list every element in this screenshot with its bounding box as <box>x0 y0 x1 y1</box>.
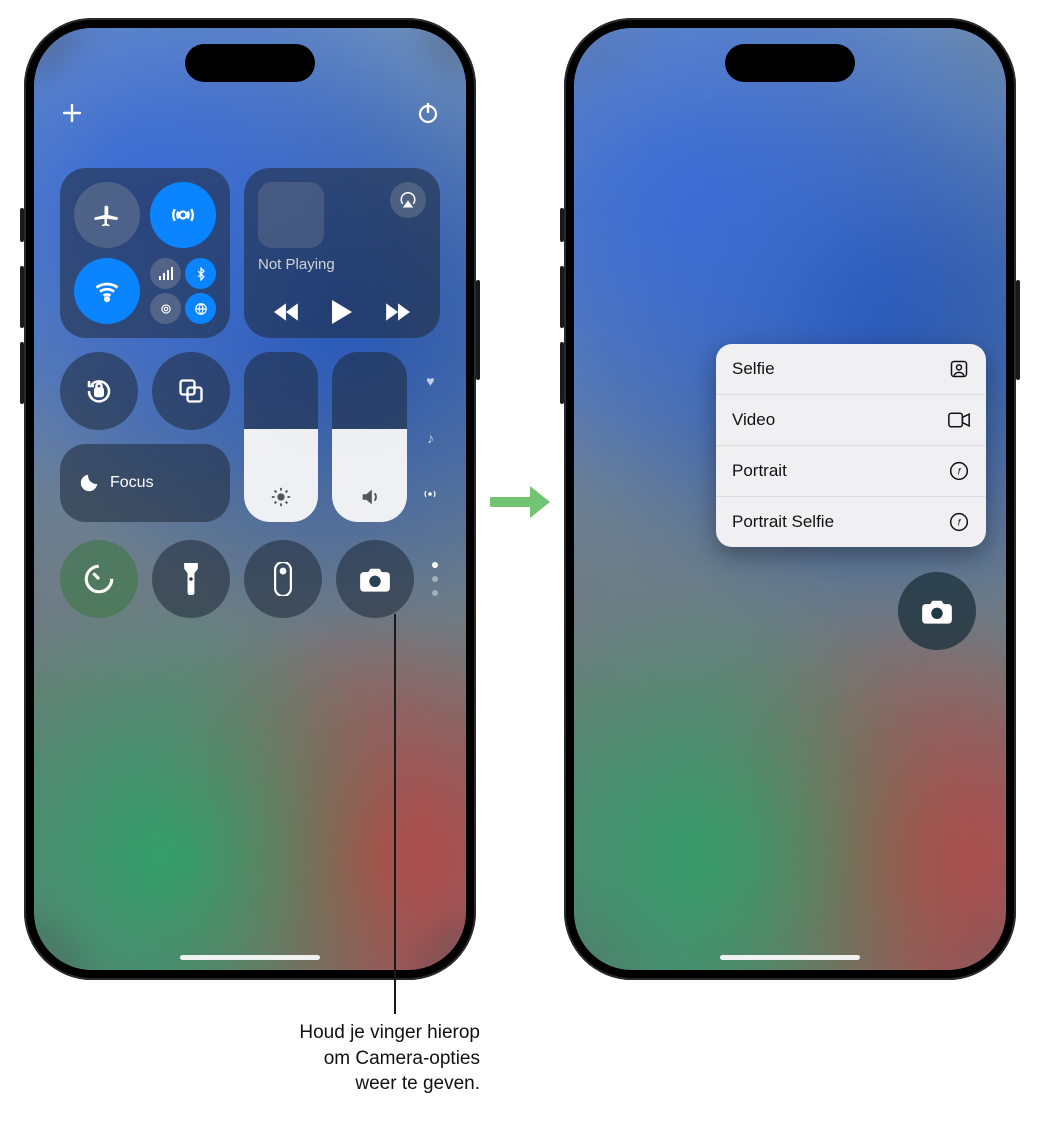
orientation-lock-button[interactable] <box>60 352 138 430</box>
camera-icon <box>921 598 953 624</box>
screen-left: Not Playing <box>34 28 466 970</box>
sun-icon <box>270 486 292 508</box>
menu-item-label: Portrait <box>732 461 787 481</box>
moon-icon <box>78 472 100 494</box>
camera-button[interactable] <box>336 540 414 618</box>
home-indicator[interactable] <box>720 955 860 960</box>
callout-line1: Houd je vinger hierop <box>299 1022 480 1043</box>
side-button <box>560 266 564 328</box>
person-square-icon <box>948 358 970 380</box>
menu-item-label: Video <box>732 410 775 430</box>
phone-frame-right: Selfie Video Portrait f Portrait Selfie <box>564 18 1016 980</box>
play-button[interactable] <box>331 300 353 324</box>
rewind-button[interactable] <box>274 302 300 322</box>
side-button <box>476 280 480 380</box>
callout-line2: om Camera-opties <box>324 1048 480 1069</box>
music-note-icon: ♪ <box>427 430 434 446</box>
flashlight-button[interactable] <box>152 540 230 618</box>
menu-item-portrait[interactable]: Portrait f <box>716 446 986 497</box>
callout-text: Houd je vinger hierop om Camera-opties w… <box>200 1020 480 1097</box>
timer-button[interactable] <box>60 540 138 618</box>
menu-item-label: Selfie <box>732 359 775 379</box>
home-indicator[interactable] <box>180 955 320 960</box>
connectivity-card[interactable] <box>60 168 230 338</box>
callout-leader-line <box>394 614 396 1014</box>
heart-icon: ♥ <box>426 373 434 389</box>
side-button <box>20 208 24 242</box>
add-control-icon[interactable] <box>60 101 84 125</box>
airplay-icon <box>399 191 417 209</box>
tv-remote-icon <box>274 562 292 596</box>
svg-text:f: f <box>958 466 962 476</box>
side-indicators: ♥ ♪ <box>421 352 440 522</box>
speaker-icon <box>359 486 381 508</box>
callout-line3: weer te geven. <box>355 1073 480 1094</box>
aperture-icon: f <box>948 460 970 482</box>
forward-button[interactable] <box>384 302 410 322</box>
album-art <box>258 182 324 248</box>
camera-quick-actions-menu: Selfie Video Portrait f Portrait Selfie <box>716 344 986 547</box>
camera-button[interactable] <box>898 572 976 650</box>
screen-mirroring-icon <box>177 377 205 405</box>
remote-button[interactable] <box>244 540 322 618</box>
airplay-button[interactable] <box>390 182 426 218</box>
screen-right: Selfie Video Portrait f Portrait Selfie <box>574 28 1006 970</box>
aperture-icon: f <box>948 511 970 533</box>
volume-slider[interactable] <box>332 352 406 522</box>
svg-text:f: f <box>958 517 962 527</box>
menu-item-portrait-selfie[interactable]: Portrait Selfie f <box>716 497 986 547</box>
orientation-lock-icon <box>84 376 114 406</box>
brightness-slider[interactable] <box>244 352 318 522</box>
airplane-icon <box>92 200 122 230</box>
power-icon[interactable] <box>416 101 440 125</box>
dynamic-island <box>725 44 855 82</box>
airdrop-toggle[interactable] <box>150 182 216 248</box>
side-button <box>20 266 24 328</box>
side-button <box>560 342 564 404</box>
phone-frame-left: Not Playing <box>24 18 476 980</box>
screen-mirroring-button[interactable] <box>152 352 230 430</box>
vpn-icon <box>185 293 216 324</box>
airplane-mode-toggle[interactable] <box>74 182 140 248</box>
bluetooth-icon <box>185 258 216 289</box>
connectivity-mini-grid[interactable] <box>150 258 216 324</box>
video-icon <box>948 409 970 431</box>
side-button <box>20 342 24 404</box>
cc-topbar <box>60 88 440 138</box>
transition-arrow-icon <box>490 482 554 522</box>
camera-icon <box>359 566 391 592</box>
hotspot-icon <box>150 293 181 324</box>
wifi-icon <box>93 277 121 305</box>
timer-icon <box>82 562 116 596</box>
page-indicator[interactable] <box>432 562 438 596</box>
side-button <box>560 208 564 242</box>
focus-button[interactable]: Focus <box>60 444 230 522</box>
side-button <box>1016 280 1020 380</box>
antenna-icon <box>423 487 437 501</box>
media-card[interactable]: Not Playing <box>244 168 440 338</box>
flashlight-icon <box>181 563 201 595</box>
control-center: Not Playing <box>34 28 466 970</box>
focus-label: Focus <box>110 474 154 492</box>
airdrop-icon <box>169 201 197 229</box>
menu-item-video[interactable]: Video <box>716 395 986 446</box>
menu-item-label: Portrait Selfie <box>732 512 834 532</box>
wifi-toggle[interactable] <box>74 258 140 324</box>
now-playing-status: Not Playing <box>258 256 426 273</box>
menu-item-selfie[interactable]: Selfie <box>716 344 986 395</box>
cellular-icon <box>150 258 181 289</box>
